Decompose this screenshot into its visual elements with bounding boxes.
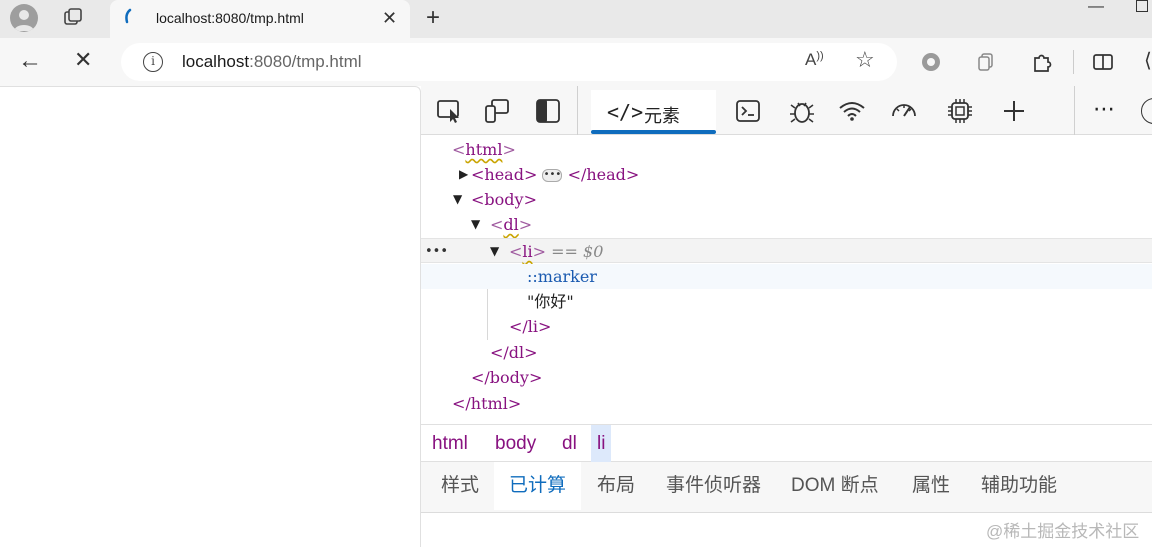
active-tab-underline: [591, 130, 716, 134]
tab-dom-breakpoints[interactable]: DOM 断点: [791, 462, 879, 510]
extensions-puzzle-icon[interactable]: [1031, 51, 1053, 78]
dom-node-marker[interactable]: ::marker: [421, 264, 1152, 289]
devtools-toolbar: </> 元素 ⋯: [421, 86, 1152, 135]
selected-node-marker: == $0: [551, 242, 604, 261]
collapse-triangle-icon[interactable]: ▼: [490, 239, 499, 264]
dom-node-head[interactable]: ▶ <head> ••• </head>: [421, 162, 1152, 187]
split-screen-icon[interactable]: [1092, 51, 1114, 78]
more-options-icon[interactable]: ⋯: [1093, 96, 1116, 122]
toolbar-separator: [577, 86, 578, 135]
workspaces-icon[interactable]: [62, 7, 84, 34]
favorite-star-icon[interactable]: ☆: [855, 47, 875, 73]
dom-node-dl-close[interactable]: </dl>: [421, 340, 1152, 365]
collapsed-content-ellipsis[interactable]: •••: [542, 169, 563, 182]
address-bar[interactable]: i localhost:8080/tmp.html A)) ☆: [121, 43, 897, 81]
dom-node-text[interactable]: "你好": [421, 289, 1152, 314]
tab-properties[interactable]: 属性: [912, 462, 950, 510]
read-aloud-icon[interactable]: A)): [805, 50, 824, 70]
dom-tree: <html> ▶ <head> ••• </head> ▼ <body> ▼ <…: [421, 135, 1152, 424]
breadcrumb: html body dl li: [421, 424, 1152, 462]
tab-event-listeners[interactable]: 事件侦听器: [666, 462, 761, 510]
dom-node-li-close[interactable]: </li>: [421, 314, 1152, 339]
new-tab-button[interactable]: +: [426, 4, 440, 32]
url-host: localhost: [182, 52, 250, 71]
dom-node-html-close[interactable]: </html>: [421, 391, 1152, 416]
collapse-triangle-icon[interactable]: ▼: [453, 187, 462, 212]
breadcrumb-li[interactable]: li: [591, 425, 612, 462]
dom-node-dl[interactable]: ▼ <dl>: [421, 212, 1152, 237]
dock-side-icon[interactable]: [533, 96, 563, 126]
network-wifi-icon[interactable]: [837, 96, 867, 126]
console-icon[interactable]: [733, 96, 763, 126]
window-minimize-button[interactable]: —: [1088, 0, 1104, 16]
expand-triangle-icon[interactable]: ▶: [459, 162, 468, 187]
device-emulation-icon[interactable]: [483, 96, 513, 126]
inspect-element-icon[interactable]: [435, 96, 465, 126]
code-icon: </>: [607, 100, 644, 124]
dom-node-html[interactable]: <html>: [421, 137, 1152, 162]
copy-icon[interactable]: [976, 52, 996, 77]
row-actions-dots[interactable]: •••: [425, 239, 448, 264]
memory-chip-icon[interactable]: [945, 96, 975, 126]
loading-favicon-icon: [122, 8, 136, 24]
tab-title: localhost:8080/tmp.html: [156, 10, 304, 26]
toolbar-divider: [1073, 50, 1074, 74]
dom-node-li-selected[interactable]: ••• ▼ <li> == $0: [421, 238, 1152, 263]
extension-circle-icon[interactable]: [920, 51, 942, 78]
profile-avatar[interactable]: [10, 4, 38, 32]
devtools-panel: </> 元素 ⋯ <html> ▶ <head> ••• </head> ▼ <…: [421, 86, 1152, 547]
tab-computed[interactable]: 已计算: [494, 462, 582, 510]
tab-elements-label: 元素: [644, 106, 680, 126]
styles-subtabs: 样式 已计算 布局 事件侦听器 DOM 断点 属性 辅助功能: [421, 462, 1152, 513]
tab-styles[interactable]: 样式: [441, 462, 479, 510]
tab-layout[interactable]: 布局: [597, 462, 635, 510]
dom-node-body-close[interactable]: </body>: [421, 365, 1152, 390]
debugger-bug-icon[interactable]: [787, 96, 817, 126]
watermark: @稀土掘金技术社区: [986, 522, 1140, 541]
tab-accessibility[interactable]: 辅助功能: [981, 462, 1057, 510]
stop-loading-button[interactable]: ✕: [74, 47, 92, 73]
tab-strip: localhost:8080/tmp.html ✕ + —: [0, 0, 1152, 38]
site-info-icon[interactable]: i: [143, 52, 163, 72]
tab-close-button[interactable]: ✕: [382, 8, 397, 28]
dom-node-body[interactable]: ▼ <body>: [421, 187, 1152, 212]
browser-tab-active[interactable]: localhost:8080/tmp.html ✕: [110, 0, 410, 38]
performance-gauge-icon[interactable]: [889, 96, 919, 126]
url-path: :8080/tmp.html: [249, 52, 362, 71]
help-icon[interactable]: [1141, 98, 1152, 124]
more-tools-icon[interactable]: ⟨: [1144, 48, 1152, 73]
breadcrumb-body[interactable]: body: [489, 425, 542, 462]
url-text: localhost:8080/tmp.html: [182, 52, 362, 72]
window-maximize-button[interactable]: [1136, 0, 1148, 12]
back-button[interactable]: ←: [18, 48, 42, 74]
add-tool-plus-icon[interactable]: [999, 96, 1029, 126]
toolbar-separator: [1074, 86, 1075, 135]
tab-elements[interactable]: </> 元素: [591, 90, 716, 134]
page-viewport: [0, 86, 421, 547]
breadcrumb-html[interactable]: html: [426, 425, 474, 462]
breadcrumb-dl[interactable]: dl: [556, 425, 583, 462]
collapse-triangle-icon[interactable]: ▼: [471, 212, 480, 237]
browser-toolbar: ← ✕ i localhost:8080/tmp.html A)) ☆ ⟨: [0, 38, 1152, 86]
